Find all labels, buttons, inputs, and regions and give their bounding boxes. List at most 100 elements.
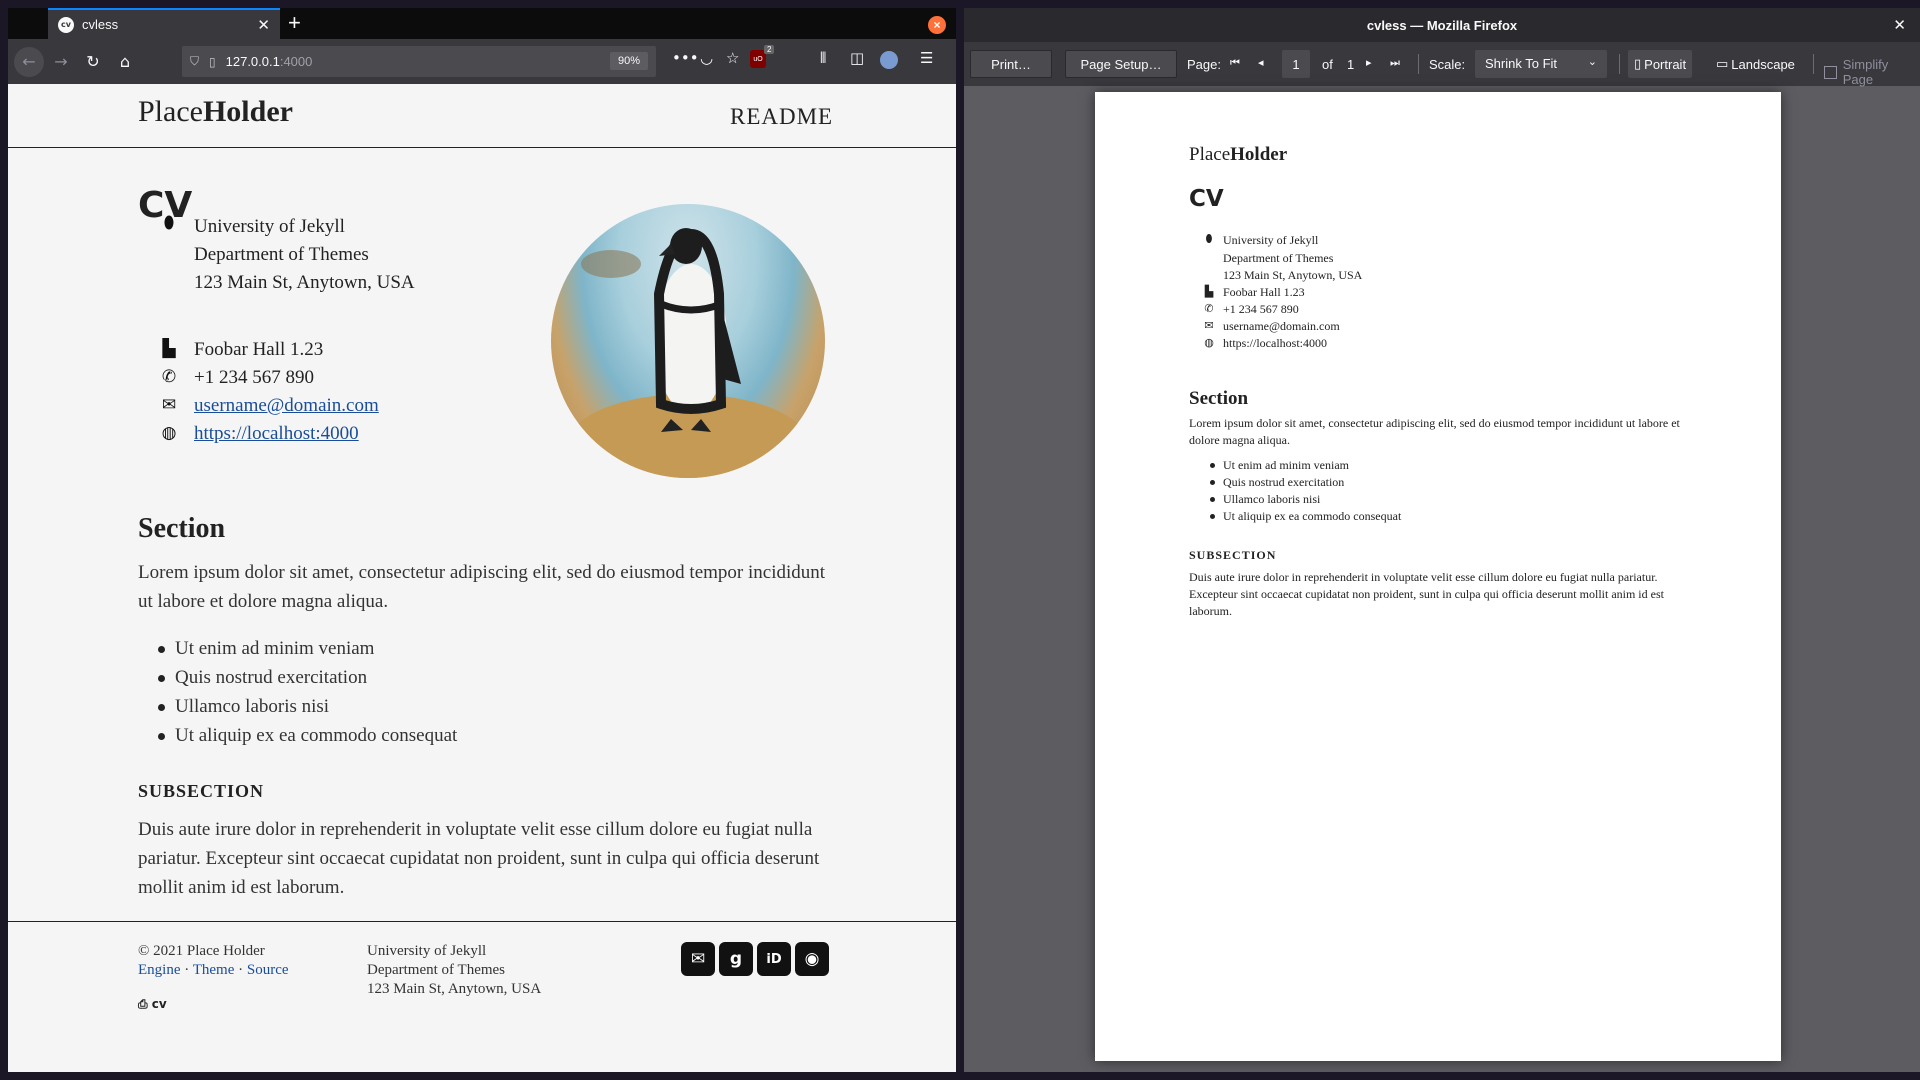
list-item: Ut aliquip ex ea commodo consequat [1189,508,1401,525]
last-page-icon[interactable]: ⏭ [1390,56,1400,70]
page-label: Page: [1187,57,1221,72]
footer-addr1: University of Jekyll [367,943,487,959]
phone-text: +1 234 567 890 [1223,302,1299,316]
map-marker-icon: ⬮ [1205,232,1213,245]
page-email: ✉ username@domain.com [1202,319,1340,334]
footer-addr3: 123 Main St, Anytown, USA [367,981,542,997]
print-preview-window: cvless — Mozilla Firefox ✕ Print… Page S… [964,8,1920,1072]
footer-addr2: Department of Themes [367,962,506,978]
address-line3: 123 Main St, Anytown, USA [194,272,415,293]
print-cv-label: cv [151,997,167,1011]
page-info-icon[interactable]: ▯ [209,55,216,69]
page-content: PlaceHolder README CV ⬮ University of Je… [8,84,956,1072]
close-window-icon[interactable]: × [928,16,946,34]
portrait-label: Portrait [1644,56,1687,72]
scale-select[interactable]: Shrink To Fit ⌄ [1475,50,1607,78]
sidebar-icon[interactable]: ◫ [850,49,864,67]
tab-close-icon[interactable]: ✕ [257,16,270,34]
url-port: :4000 [279,54,313,69]
close-window-icon[interactable]: ✕ [1893,16,1906,34]
email-link[interactable]: username@domain.com [194,395,379,417]
page-total: 1 [1347,57,1355,72]
checkbox-icon [1824,65,1837,79]
page-number-input[interactable]: 1 [1282,50,1310,78]
pocket-icon[interactable]: ◡ [700,49,713,67]
office-text: Foobar Hall 1.23 [194,339,324,360]
home-button[interactable]: ⌂ [110,47,140,77]
website-row: ◍ https://localhost:4000 [158,423,359,445]
website-link[interactable]: https://localhost:4000 [194,423,359,445]
new-tab-button[interactable]: + [288,11,301,35]
simplify-page-checkbox[interactable]: Simplify Page [1824,57,1920,87]
tab-cvless[interactable]: cv cvless ✕ [48,8,280,39]
zoom-level-badge[interactable]: 90% [609,52,648,70]
page-phone: ✆ +1 234 567 890 [1202,302,1299,317]
toolbar-divider [1619,54,1620,74]
portrait-icon: ▯ [1634,56,1642,72]
engine-link[interactable]: Engine [138,962,181,978]
toolbar-divider [1418,54,1419,74]
account-icon[interactable] [880,51,898,69]
separator: · [234,962,247,978]
office-row: ▙ Foobar Hall 1.23 [158,339,323,361]
building-icon: ▙ [1204,285,1214,298]
globe-icon: ◍ [161,423,177,443]
site-logo[interactable]: PlaceHolder [138,95,293,129]
landscape-button[interactable]: ▭ Landscape [1710,50,1801,78]
envelope-icon: ✉ [1204,319,1214,332]
list-item: Ullamco laboris nisi [1189,491,1401,508]
navigation-toolbar: ← → ↻ ⌂ ⛉ ▯ 127.0.0.1:4000 90% ••• ◡ ☆ u… [8,39,956,84]
page-address: ⬮ University of Jekyll Department of The… [1202,232,1363,285]
readme-link[interactable]: README [730,104,833,130]
forward-button[interactable]: → [46,47,76,77]
print-cv-button[interactable]: ⎙ cv [138,997,167,1012]
site-footer: © 2021 Place Holder Engine · Theme · Sou… [8,921,956,1072]
list-item: Ut aliquip ex ea commodo consequat [138,721,457,750]
ublock-count-badge: 2 [764,45,775,54]
portrait-button[interactable]: ▯ Portrait [1628,50,1693,78]
orcid-icon[interactable]: iD [757,942,791,976]
subsection-title: SUBSECTION [138,781,265,801]
page-office: ▙ Foobar Hall 1.23 [1202,285,1305,300]
scale-label: Scale: [1429,57,1466,72]
simplify-label: Simplify Page [1842,57,1889,87]
building-icon: ▙ [162,339,176,359]
logo-place: Place [138,95,203,128]
shield-icon[interactable]: ⛉ [190,54,199,69]
github-icon[interactable]: ◉ [795,942,829,976]
page-setup-button[interactable]: Page Setup… [1065,50,1177,78]
envelope-icon: ✉ [161,395,177,415]
page-actions-icon[interactable]: ••• [672,49,699,67]
first-page-icon[interactable]: ⏮ [1230,56,1240,70]
page-section-list: Ut enim ad minim veniam Quis nostrud exe… [1189,457,1401,525]
reload-button[interactable]: ↻ [78,47,108,77]
email-text: username@domain.com [1223,319,1340,333]
window-titlebar: cvless — Mozilla Firefox ✕ [964,8,1920,42]
list-item: Ut enim ad minim veniam [1189,457,1401,474]
next-page-icon[interactable]: ▸ [1366,56,1372,69]
source-link[interactable]: Source [247,962,289,978]
copyright-text: © 2021 Place Holder [138,943,265,959]
bookmark-star-icon[interactable]: ☆ [726,49,739,67]
toolbar-divider [1813,54,1814,74]
back-button[interactable]: ← [14,46,44,77]
previous-page-icon[interactable]: ◂ [1258,56,1264,69]
google-scholar-icon[interactable]: g [719,942,753,976]
list-item: Ullamco laboris nisi [138,692,457,721]
logo-holder: Holder [202,95,293,128]
menu-icon[interactable]: ☰ [920,49,933,67]
window-title: cvless — Mozilla Firefox [1366,17,1518,33]
address-line1: University of Jekyll [194,216,345,237]
envelope-icon[interactable]: ✉ [681,942,715,976]
phone-icon: ✆ [161,367,177,387]
address-line2: Department of Themes [194,244,369,265]
address-line1: University of Jekyll [1223,233,1319,247]
library-icon[interactable]: ⫴ [820,49,826,67]
theme-link[interactable]: Theme [193,962,235,978]
section-paragraph: Lorem ipsum dolor sit amet, consectetur … [138,562,826,612]
browser-window: cv cvless ✕ + × ← → ↻ ⌂ ⛉ ▯ 127.0.0.1:40… [8,8,956,1072]
print-button[interactable]: Print… [970,50,1052,78]
url-bar[interactable]: ⛉ ▯ 127.0.0.1:4000 90% [182,46,656,77]
url-host: 127.0.0.1 [225,54,280,69]
section-list: Ut enim ad minim veniam Quis nostrud exe… [138,634,457,750]
